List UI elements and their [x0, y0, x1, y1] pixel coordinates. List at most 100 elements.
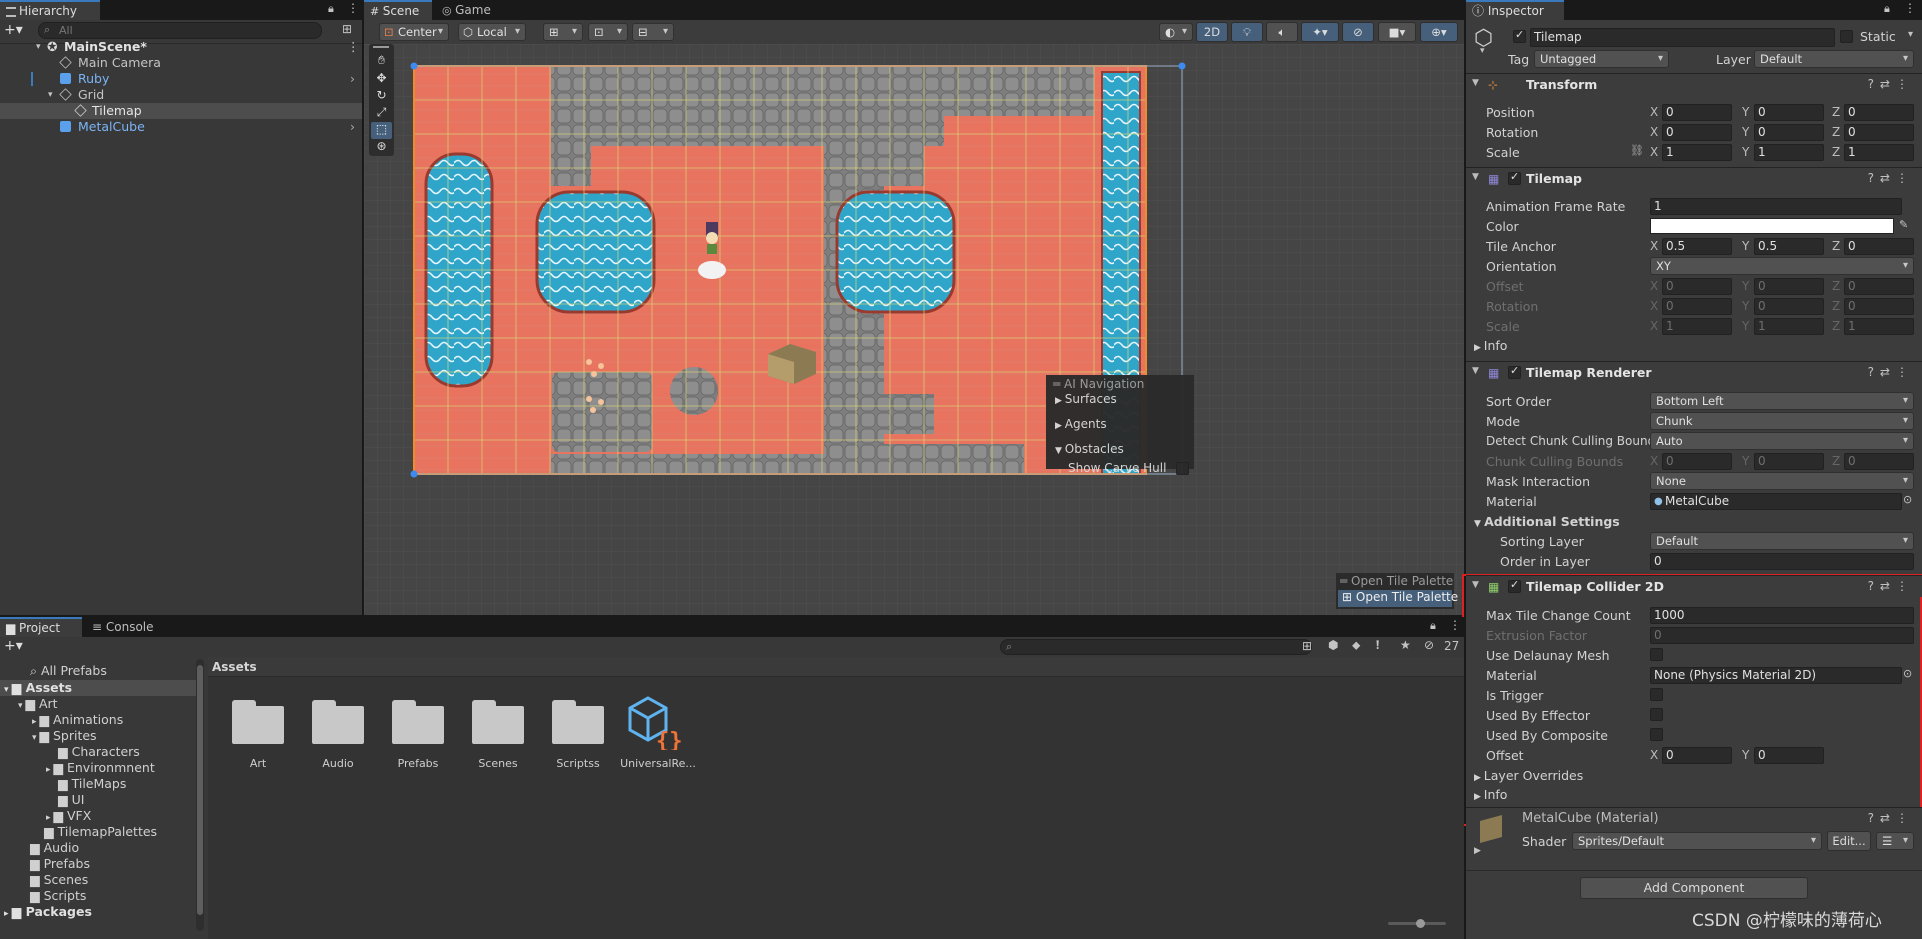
component-tools[interactable]: ?⇄⋮	[1868, 171, 1914, 185]
add-icon[interactable]: +▾	[4, 638, 23, 654]
eye-slash-icon[interactable]: ⊘	[1424, 638, 1434, 652]
effects-dropdown[interactable]: ✦▾	[1301, 22, 1339, 42]
tab-console[interactable]: ≡ Console	[86, 617, 168, 637]
link-icon[interactable]: ⛓︎	[1630, 144, 1644, 157]
position-z-field[interactable]: 0	[1844, 104, 1914, 121]
sorting-layer-dropdown[interactable]: Default	[1650, 532, 1914, 550]
star-icon[interactable]: ★	[1400, 638, 1411, 652]
audio-toggle[interactable]: 🔈︎	[1266, 22, 1298, 42]
more-icon[interactable]: ⋮	[347, 1, 359, 15]
2d-toggle[interactable]: 2D	[1196, 22, 1228, 42]
collider-offset-y-field[interactable]: 0	[1754, 747, 1824, 764]
folder-icon[interactable]	[232, 700, 284, 744]
folder-icon[interactable]	[312, 700, 364, 744]
color-swatch[interactable]	[1650, 218, 1894, 234]
tree-scrollbar[interactable]	[196, 659, 204, 931]
scale-y-field[interactable]: 1	[1754, 144, 1824, 161]
search-filter-icon[interactable]: ⊞	[342, 22, 352, 36]
chevron-right-icon[interactable]: ›	[350, 119, 355, 135]
object-picker-icon[interactable]: ⊙	[1903, 493, 1912, 506]
position-x-field[interactable]: 0	[1662, 104, 1732, 121]
tilemap-enabled-checkbox[interactable]	[1508, 170, 1521, 185]
lock-icon[interactable]: 🔒︎	[1884, 2, 1890, 16]
gizmos-dropdown[interactable]: ⊕▾	[1420, 22, 1458, 42]
grid-visibility-dropdown[interactable]: ⊡	[588, 23, 628, 41]
shader-dropdown[interactable]: Sprites/Default	[1572, 832, 1822, 850]
ai-nav-obstacles[interactable]: ▼ Obstacles	[1055, 442, 1124, 456]
scene-menu-icon[interactable]: ⋮	[347, 39, 360, 55]
tilemap-renderer-header[interactable]: ▼ ▦ Tilemap Renderer ?⇄⋮	[1466, 361, 1922, 383]
tab-game[interactable]: ◎ Game	[436, 0, 504, 20]
hidden-objects-toggle[interactable]: ⊘	[1342, 22, 1374, 42]
rect-handle[interactable]	[410, 470, 418, 478]
tree-item-all-prefabs[interactable]: ⌕ All Prefabs	[30, 663, 107, 679]
icon-size-slider[interactable]	[1388, 919, 1446, 928]
render-pipeline-asset-icon[interactable]: {}	[626, 694, 686, 750]
component-tools[interactable]: ?⇄⋮	[1868, 811, 1914, 825]
more-icon[interactable]: ⋮	[1449, 618, 1461, 632]
tab-project[interactable]: ▆ Project	[0, 617, 82, 637]
tag-dropdown[interactable]: Untagged	[1534, 50, 1669, 68]
hierarchy-search-input[interactable]: ⌕ All	[38, 22, 322, 39]
rotation-x-field[interactable]: 0	[1662, 124, 1732, 141]
component-tools[interactable]: ?⇄⋮	[1868, 579, 1914, 593]
static-checkbox[interactable]	[1840, 30, 1853, 43]
delaunay-checkbox[interactable]	[1650, 648, 1663, 661]
tree-item-prefabs[interactable]: ▆ Prefabs	[30, 856, 90, 872]
lock-icon[interactable]: 🔒︎	[328, 2, 334, 16]
eyedropper-icon[interactable]: ✎	[1899, 218, 1908, 231]
component-tools[interactable]: ?⇄⋮	[1868, 77, 1914, 91]
increment-snap-dropdown[interactable]: ⊟	[632, 23, 674, 41]
order-in-layer-field[interactable]: 0	[1650, 553, 1914, 570]
ai-nav-surfaces[interactable]: ▶ Surfaces	[1055, 392, 1117, 406]
renderer-material-field[interactable]: ● MetalCube	[1650, 493, 1902, 510]
open-tile-palette-button[interactable]: ⊞ Open Tile Palette	[1338, 590, 1458, 607]
scene-canvas[interactable]	[364, 44, 1464, 615]
hand-tool-icon[interactable]: ✋︎	[371, 53, 392, 70]
component-tools[interactable]: ?⇄⋮	[1868, 365, 1914, 379]
orientation-dropdown[interactable]: XY	[1650, 257, 1914, 275]
tree-item-tilemappalettes[interactable]: ▆ TilemapPalettes	[44, 824, 157, 840]
tab-scene[interactable]: # Scene	[364, 0, 432, 20]
max-tile-change-field[interactable]: 1000	[1650, 607, 1914, 624]
fold-icon[interactable]: ▶	[1474, 846, 1481, 856]
rect-handle[interactable]	[410, 62, 418, 70]
hierarchy-item-main-camera[interactable]: Main Camera	[0, 55, 362, 71]
search-by-type-icon[interactable]: ⊞	[1302, 639, 1312, 653]
space-dropdown[interactable]: ⬡ Local	[458, 23, 526, 41]
detect-chunk-dropdown[interactable]: Auto	[1650, 432, 1914, 450]
rotation-y-field[interactable]: 0	[1754, 124, 1824, 141]
lock-icon[interactable]: 🔒︎	[1430, 619, 1436, 633]
scene-view[interactable]: ✋︎ ✥ ↻ ⤢ ⬚ ⊛ ═ AI Navigation ▶ Surfaces …	[364, 44, 1464, 615]
used-by-effector-checkbox[interactable]	[1650, 708, 1663, 721]
shading-dropdown[interactable]: ◐	[1159, 23, 1193, 41]
renderer-enabled-checkbox[interactable]	[1508, 364, 1521, 379]
warning-icon[interactable]: ❗︎	[1376, 638, 1379, 653]
layer-dropdown[interactable]: Default	[1754, 50, 1914, 68]
tilemap-collider-header[interactable]: ▼ ▦ Tilemap Collider 2D ?⇄⋮	[1466, 575, 1922, 597]
active-checkbox[interactable]	[1513, 28, 1526, 43]
object-name-input[interactable]: Tilemap	[1530, 28, 1835, 47]
rect-handle[interactable]	[1178, 62, 1186, 70]
breadcrumb-assets[interactable]: Assets	[212, 660, 257, 674]
ai-nav-title[interactable]: ═ AI Navigation	[1053, 377, 1144, 391]
rotation-z-field[interactable]: 0	[1844, 124, 1914, 141]
position-y-field[interactable]: 0	[1754, 104, 1824, 121]
more-icon[interactable]: ⋮	[1904, 1, 1916, 15]
rect-tool-icon[interactable]: ⬚	[371, 122, 392, 139]
edit-shader-button[interactable]: Edit...	[1827, 831, 1871, 851]
hierarchy-item-tilemap[interactable]: Tilemap	[0, 103, 362, 119]
tree-item-scenes[interactable]: ▆ Scenes	[30, 872, 88, 888]
folder-icon[interactable]	[552, 700, 604, 744]
show-carve-hull-checkbox[interactable]	[1176, 462, 1189, 475]
move-tool-icon[interactable]: ✥	[371, 71, 392, 88]
layer-overrides-foldout[interactable]: ▶ Layer Overrides	[1474, 768, 1583, 783]
lighting-toggle[interactable]: 💡︎	[1231, 22, 1263, 42]
mask-dropdown[interactable]: None	[1650, 472, 1914, 490]
anim-rate-field[interactable]: 1	[1650, 198, 1902, 215]
folder-icon[interactable]	[472, 700, 524, 744]
used-by-composite-checkbox[interactable]	[1650, 728, 1663, 741]
tilemap-header[interactable]: ▼ ▦ Tilemap ?⇄⋮	[1466, 167, 1922, 189]
tree-item-tilemaps[interactable]: ▆ TileMaps	[58, 776, 126, 792]
collider-offset-x-field[interactable]: 0	[1662, 747, 1732, 764]
